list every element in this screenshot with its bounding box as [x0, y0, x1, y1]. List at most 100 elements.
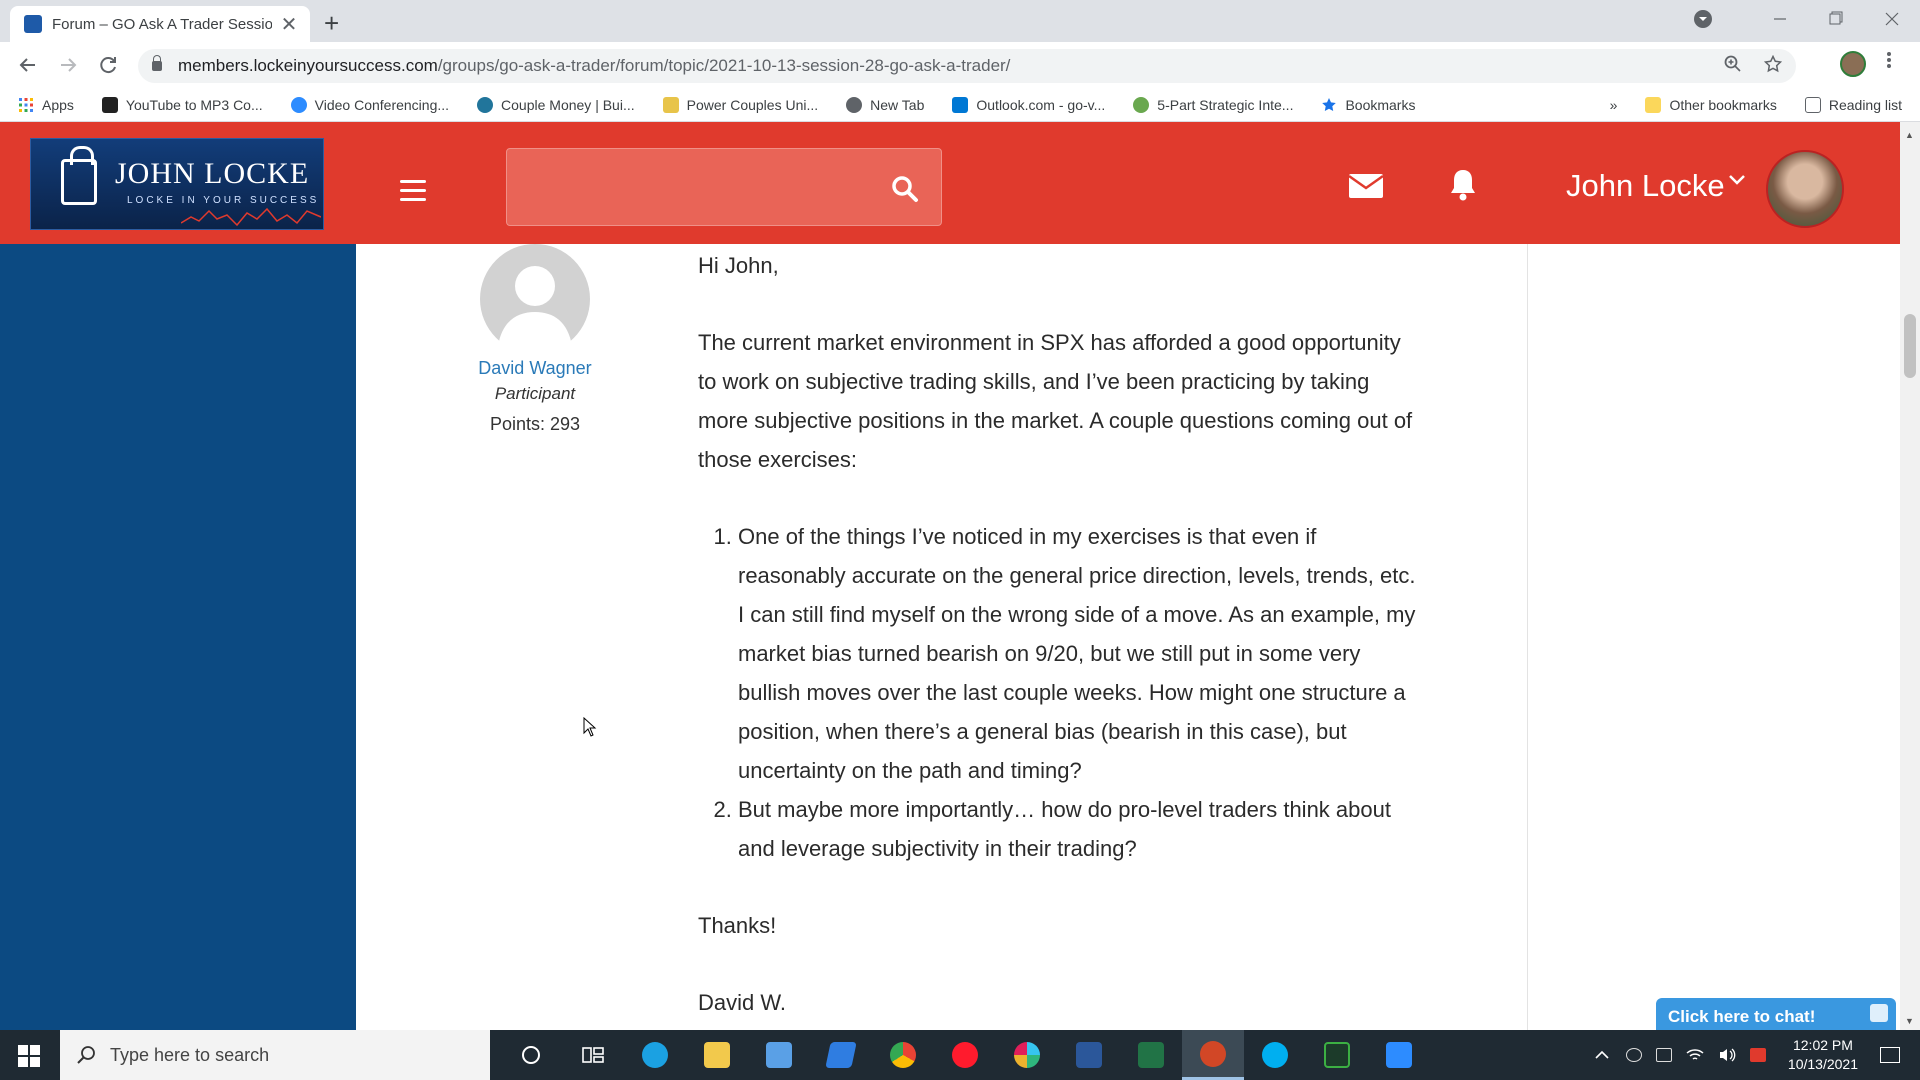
powerpoint-icon	[1200, 1040, 1226, 1067]
taskbar-app[interactable]	[562, 1030, 624, 1080]
taskbar-app[interactable]	[1244, 1030, 1306, 1080]
taskbar-app[interactable]	[934, 1030, 996, 1080]
page-scrollbar[interactable]: ▲ ▼	[1900, 122, 1920, 1030]
bookmark-youtube-mp3[interactable]: YouTube to MP3 Co...	[101, 96, 263, 113]
chat-widget-button[interactable]: Click here to chat!	[1656, 998, 1896, 1032]
bookmark-power-couples[interactable]: Power Couples Uni...	[662, 96, 818, 113]
chat-minimize-icon[interactable]	[1870, 1004, 1888, 1022]
forward-button[interactable]	[54, 51, 82, 79]
battery-icon[interactable]	[1655, 1048, 1672, 1062]
bookmark-new-tab[interactable]: New Tab	[846, 96, 924, 113]
taskbar-clock[interactable]: 12:02 PM 10/13/2021	[1788, 1036, 1858, 1074]
post-intro: The current market environment in SPX ha…	[698, 330, 1413, 472]
folder-icon	[1645, 97, 1662, 113]
question-list: One of the things I’ve noticed in my exe…	[738, 517, 1418, 868]
zoom-video-icon	[290, 96, 307, 113]
restore-button[interactable]	[1808, 9, 1864, 29]
right-column	[1528, 244, 1900, 1030]
strategic-icon	[1133, 96, 1150, 113]
notifications-bell-icon[interactable]	[1449, 168, 1477, 202]
user-avatar[interactable]	[1766, 150, 1844, 228]
zoom-icon[interactable]	[1724, 55, 1742, 73]
wifi-icon[interactable]	[1686, 1047, 1704, 1063]
bookmark-5-part-strategic[interactable]: 5-Part Strategic Inte...	[1133, 96, 1293, 113]
other-bookmarks-folder[interactable]: Other bookmarks	[1645, 97, 1777, 113]
bookmarks-bar: Apps YouTube to MP3 Co... Video Conferen…	[0, 88, 1920, 122]
scroll-up-arrow-icon[interactable]: ▲	[1905, 130, 1914, 140]
taskbar-app[interactable]	[872, 1030, 934, 1080]
notification-center-icon[interactable]	[1880, 1047, 1900, 1063]
chevron-down-icon[interactable]	[1728, 174, 1746, 186]
clock-time: 12:02 PM	[1792, 1037, 1853, 1053]
tab-close-icon[interactable]: ✕	[278, 12, 300, 37]
taskbar-app[interactable]	[1306, 1030, 1368, 1080]
bookmark-bookmarks[interactable]: Bookmarks	[1321, 97, 1415, 113]
scroll-down-arrow-icon[interactable]: ▼	[1905, 1016, 1914, 1026]
scroll-thumb[interactable]	[1904, 314, 1916, 378]
search-icon[interactable]	[891, 175, 919, 203]
taskbar-app[interactable]	[1368, 1030, 1430, 1080]
wordpress-icon	[477, 96, 494, 113]
taskbar-search-placeholder: Type here to search	[110, 1044, 270, 1065]
author-name-link[interactable]: David Wagner	[390, 358, 680, 379]
language-flag-icon[interactable]	[1749, 1048, 1766, 1062]
volume-icon[interactable]	[1718, 1047, 1736, 1063]
taskbar-app[interactable]	[810, 1030, 872, 1080]
taskbar-app[interactable]	[1058, 1030, 1120, 1080]
browser-toolbar: members.lockeinyoursuccess.com/groups/go…	[0, 42, 1920, 88]
list-item: One of the things I’ve noticed in my exe…	[738, 517, 1418, 790]
skype-icon	[1262, 1042, 1288, 1068]
taskbar-search-box[interactable]: Type here to search	[60, 1030, 490, 1080]
browser-tab[interactable]: Forum – GO Ask A Trader Session ✕	[10, 6, 310, 42]
taskbar-app[interactable]	[996, 1030, 1058, 1080]
search-icon	[77, 1046, 95, 1064]
taskbar-app[interactable]	[624, 1030, 686, 1080]
lock-icon[interactable]	[152, 55, 162, 71]
url-text[interactable]: members.lockeinyoursuccess.com/groups/go…	[178, 56, 1010, 76]
site-header: JOHN LOCKE LOCKE IN YOUR SUCCESS John Lo…	[0, 122, 1900, 244]
reading-list-icon	[1804, 97, 1821, 113]
address-bar[interactable]: members.lockeinyoursuccess.com/groups/go…	[138, 49, 1796, 83]
reading-list-button[interactable]: Reading list	[1804, 97, 1902, 113]
tab-search-icon[interactable]	[1694, 10, 1712, 28]
taskbar-app[interactable]	[748, 1030, 810, 1080]
hamburger-menu-icon[interactable]	[400, 180, 426, 207]
bookmark-star-icon[interactable]	[1764, 55, 1782, 73]
word-icon	[1076, 1042, 1102, 1068]
excel-icon	[1138, 1042, 1164, 1068]
meet-now-icon[interactable]	[1625, 1048, 1642, 1062]
taskbar-app[interactable]	[500, 1030, 562, 1080]
browser-profile-avatar[interactable]	[1840, 51, 1866, 77]
user-menu-name[interactable]: John Locke	[1566, 168, 1725, 204]
back-button[interactable]	[14, 51, 42, 79]
power-couples-icon	[662, 96, 679, 113]
taskbar-app[interactable]	[686, 1030, 748, 1080]
bookmark-outlook[interactable]: Outlook.com - go-v...	[952, 96, 1105, 113]
windows-start-icon[interactable]	[18, 1045, 40, 1067]
close-window-button[interactable]	[1864, 9, 1920, 29]
bookmark-couple-money[interactable]: Couple Money | Bui...	[477, 96, 635, 113]
messages-envelope-icon[interactable]	[1348, 172, 1384, 200]
windows-taskbar: Type here to search 12:02 PM 10/13/2021	[0, 1030, 1920, 1080]
author-avatar[interactable]	[480, 244, 590, 346]
bookmark-video-conferencing[interactable]: Video Conferencing...	[290, 96, 449, 113]
new-tab-button[interactable]: +	[324, 8, 339, 39]
chevron-up-icon[interactable]	[1594, 1048, 1610, 1062]
window-controls	[1694, 0, 1920, 38]
site-logo[interactable]: JOHN LOCKE LOCKE IN YOUR SUCCESS	[30, 138, 324, 230]
site-favicon-icon	[24, 15, 42, 33]
author-role: Participant	[494, 384, 576, 403]
minimize-button[interactable]	[1752, 9, 1808, 29]
bookmarks-overflow-button[interactable]: »	[1610, 97, 1618, 113]
browser-menu-icon[interactable]	[1886, 50, 1892, 70]
taskbar-app[interactable]	[1182, 1030, 1244, 1080]
taskbar-app[interactable]	[1120, 1030, 1182, 1080]
site-search-input[interactable]	[506, 148, 942, 226]
globe-icon	[846, 96, 863, 113]
bookmark-apps[interactable]: Apps	[18, 97, 74, 113]
edge-icon	[642, 1042, 668, 1068]
taskbar-apps	[500, 1030, 1430, 1080]
price-chart-icon	[181, 207, 321, 227]
tab-title: Forum – GO Ask A Trader Session	[52, 15, 272, 33]
reload-button[interactable]	[94, 51, 122, 79]
